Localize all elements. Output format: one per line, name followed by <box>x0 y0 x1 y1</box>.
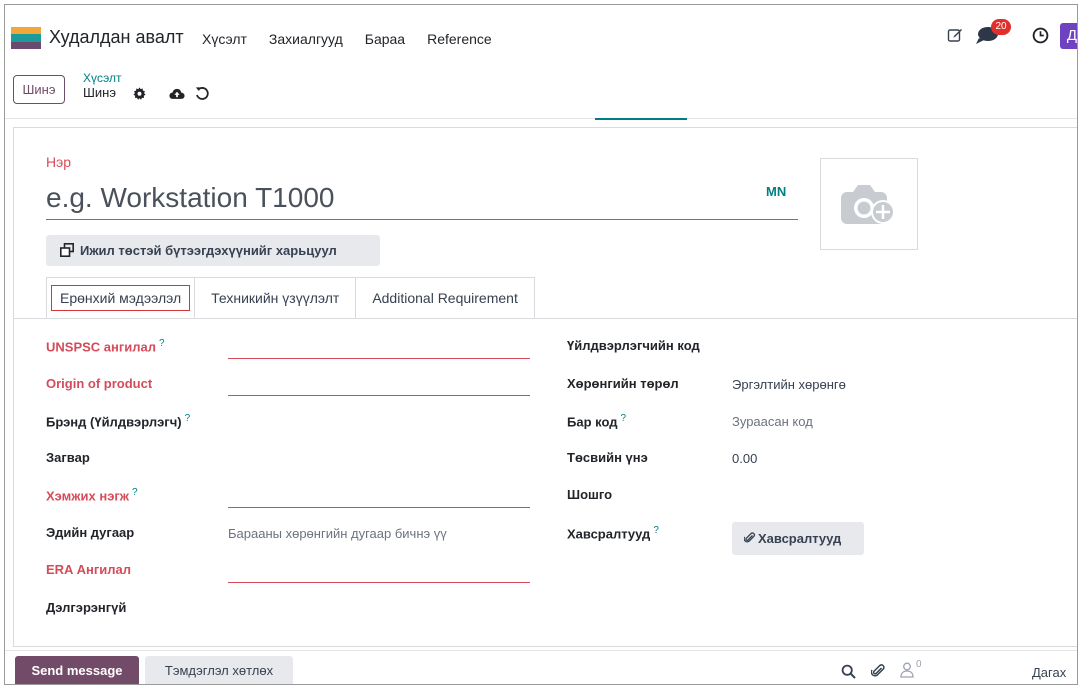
form-sheet: Нэр e.g. Workstation T1000 MN Ижил төстэ… <box>13 127 1077 647</box>
unspsc-category-label: UNSPSC ангилал? <box>46 338 165 355</box>
menu-item-orders[interactable]: Захиалгууд <box>269 31 343 47</box>
era-category-input[interactable] <box>228 582 530 583</box>
menu-item-reference[interactable]: Reference <box>427 31 492 47</box>
tab-technical-specs[interactable]: Техникийн үзүүлэлт <box>194 277 357 318</box>
user-avatar[interactable]: Д <box>1060 23 1077 49</box>
breadcrumb-current: Шинэ <box>83 85 116 100</box>
product-image-upload[interactable] <box>820 158 918 250</box>
attachments-label: Хавсралтууд? <box>567 525 659 542</box>
menu-item-requests[interactable]: Хүсэлт <box>202 31 247 47</box>
language-toggle[interactable]: MN <box>766 184 786 199</box>
model-label: Загвар <box>46 450 90 465</box>
search-icon[interactable] <box>841 664 856 679</box>
chatter-divider <box>5 650 1077 651</box>
tabs-divider <box>14 318 1077 319</box>
new-button[interactable]: Шинэ <box>13 75 65 104</box>
window-restore-icon <box>60 243 74 257</box>
control-panel-accent <box>595 118 687 120</box>
barcode-label: Бар код? <box>567 413 627 430</box>
message-count-badge: 20 <box>991 19 1011 35</box>
unspsc-category-input[interactable] <box>228 358 530 359</box>
compare-similar-products-button[interactable]: Ижил төстэй бүтээгдэхүүнийг харьцуул <box>46 235 380 266</box>
asset-number-input[interactable]: Барааны хөрөнгийн дугаар бичнэ үү <box>228 526 447 541</box>
name-input[interactable]: e.g. Workstation T1000 <box>46 178 798 220</box>
edit-icon[interactable] <box>947 27 963 43</box>
tab-additional-requirement[interactable]: Additional Requirement <box>355 277 535 318</box>
unit-of-measure-label: Хэмжих нэгж? <box>46 487 138 504</box>
app-title[interactable]: Худалдан авалт <box>49 27 184 48</box>
budget-price-label: Төсвийн үнэ <box>567 450 648 465</box>
camera-plus-icon <box>841 185 895 224</box>
top-navbar: Худалдан авалт Хүсэлт Захиалгууд Бараа R… <box>5 5 1077 63</box>
menu-item-products[interactable]: Бараа <box>365 31 405 47</box>
control-panel-divider <box>5 118 1077 119</box>
tab-general-info[interactable]: Ерөнхий мэдээлэл <box>46 277 196 318</box>
details-label: Дэлгэрэнгүй <box>46 600 127 615</box>
gear-icon[interactable] <box>133 87 146 100</box>
compare-button-label: Ижил төстэй бүтээгдэхүүнийг харьцуул <box>80 243 337 258</box>
attachments-button[interactable]: Хавсралтууд <box>732 522 864 555</box>
follow-button[interactable]: Дагах <box>1032 665 1066 680</box>
attachment-clip-icon[interactable] <box>871 664 886 679</box>
tags-label: Шошго <box>567 487 613 502</box>
save-cloud-icon[interactable] <box>169 88 185 100</box>
paperclip-icon <box>743 532 756 543</box>
main-menu: Хүсэлт Захиалгууд Бараа Reference <box>202 31 514 47</box>
asset-number-label: Эдийн дугаар <box>46 525 135 540</box>
tab-general-info-label: Ерөнхий мэдээлэл <box>51 285 191 311</box>
activity-clock-icon[interactable] <box>1032 27 1049 44</box>
manufacturer-code-label: Үйлдвэрлэгчийн код <box>567 338 700 353</box>
breadcrumb-parent[interactable]: Хүсэлт <box>83 71 122 85</box>
origin-of-product-label: Origin of product <box>46 376 153 391</box>
app-window: Худалдан авалт Хүсэлт Захиалгууд Бараа R… <box>4 4 1078 685</box>
followers-icon[interactable] <box>900 662 914 678</box>
budget-price-input[interactable]: 0.00 <box>732 451 757 466</box>
followers-count: 0 <box>916 659 922 670</box>
send-message-button[interactable]: Send message <box>15 656 139 684</box>
attachments-button-label: Хавсралтууд <box>758 531 842 546</box>
origin-of-product-input[interactable] <box>228 395 530 396</box>
discard-undo-icon[interactable] <box>195 86 209 100</box>
name-label: Нэр <box>46 154 72 170</box>
asset-type-value[interactable]: Эргэлтийн хөрөнгө <box>732 377 846 392</box>
asset-type-label: Хөрөнгийн төрөл <box>567 376 679 391</box>
era-category-label: ERA Ангилал <box>46 562 131 577</box>
unit-of-measure-input[interactable] <box>228 507 530 508</box>
barcode-input[interactable]: Зураасан код <box>732 414 813 429</box>
log-note-button[interactable]: Тэмдэглэл хөтлөх <box>145 656 293 684</box>
app-logo-icon[interactable] <box>11 27 41 49</box>
brand-label: Брэнд (Үйлдвэрлэгч)? <box>46 413 191 430</box>
notebook-tabs: Ерөнхий мэдээлэл Техникийн үзүүлэлт Addi… <box>46 277 535 318</box>
